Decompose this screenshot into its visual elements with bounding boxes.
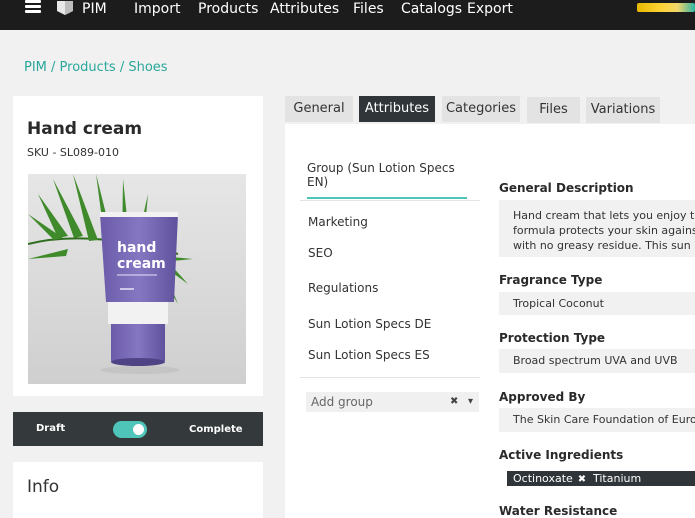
group-item-regulations[interactable]: Regulations — [308, 281, 378, 295]
nav-catalogs[interactable]: Catalogs — [401, 0, 462, 18]
complete-toggle[interactable] — [113, 421, 147, 438]
breadcrumb-shoes[interactable]: Shoes — [128, 60, 167, 75]
pim-logo-icon — [55, 0, 75, 15]
tab-general[interactable]: General — [285, 96, 353, 122]
product-title: Hand cream — [27, 119, 143, 139]
user-banner[interactable] — [637, 3, 695, 12]
approved-by-label: Approved By — [499, 390, 586, 404]
description-line: formula protects your skin against th — [513, 224, 695, 237]
group-item-marketing[interactable]: Marketing — [308, 215, 368, 229]
tab-files[interactable]: Files — [527, 97, 580, 123]
fragrance-type-label: Fragrance Type — [499, 273, 603, 287]
group-item-sun-lotion-specs-de[interactable]: Sun Lotion Specs DE — [308, 317, 431, 331]
complete-label: Complete — [189, 424, 243, 435]
ingredient-tag-label: Octinoxate — [513, 472, 573, 485]
brand-label[interactable]: PIM — [82, 0, 107, 18]
top-navigation-bar: PIM Import Products Attributes Files Cat… — [0, 0, 695, 30]
draft-label: Draft — [36, 423, 66, 434]
group-item-sun-lotion-specs-es[interactable]: Sun Lotion Specs ES — [308, 348, 430, 362]
info-title: Info — [27, 477, 60, 497]
breadcrumb: PIM / Products / Shoes — [24, 60, 168, 75]
nav-files[interactable]: Files — [353, 0, 384, 18]
ingredient-tag-label: Titanium Dioxide — [593, 472, 642, 500]
description-line: with no greasy residue. This sun lotio — [513, 239, 695, 252]
info-card: Info — [13, 462, 263, 518]
breadcrumb-pim[interactable]: PIM — [24, 60, 47, 75]
general-description-label: General Description — [499, 181, 634, 195]
description-line: Hand cream that lets you enjoy the be — [513, 209, 695, 222]
breadcrumb-products[interactable]: Products — [60, 60, 116, 75]
active-ingredients-label: Active Ingredients — [499, 448, 624, 462]
general-description-field[interactable]: Hand cream that lets you enjoy the be fo… — [499, 200, 695, 257]
remove-tag-icon[interactable]: ✖ — [639, 489, 647, 500]
tube-label-line1: hand — [117, 240, 156, 256]
add-group-select[interactable]: Add group ✖ ▾ — [306, 392, 479, 412]
toggle-knob — [133, 424, 144, 435]
nav-products[interactable]: Products — [198, 0, 258, 18]
menu-icon[interactable] — [25, 0, 41, 14]
tab-categories[interactable]: Categories — [442, 96, 520, 122]
status-switch-bar: Draft Complete — [13, 412, 263, 446]
tube-label-line2: cream — [117, 256, 166, 272]
product-card: Hand cream SKU - SL089-010 hand cream — [13, 96, 263, 396]
tab-variations[interactable]: Variations — [586, 97, 660, 123]
clear-icon[interactable]: ✖ — [450, 396, 458, 407]
fragrance-type-field[interactable]: Tropical Coconut — [499, 292, 695, 315]
chevron-down-icon[interactable]: ▾ — [468, 396, 473, 407]
group-divider — [300, 377, 480, 378]
product-image[interactable]: hand cream — [28, 174, 246, 384]
remove-tag-icon[interactable]: ✖ — [578, 474, 586, 485]
protection-type-label: Protection Type — [499, 331, 606, 345]
water-resistance-label: Water Resistance — [499, 504, 618, 518]
group-divider — [300, 200, 480, 201]
group-item-seo[interactable]: SEO — [308, 246, 333, 260]
nav-export[interactable]: Export — [467, 0, 513, 18]
add-group-placeholder: Add group — [311, 395, 373, 409]
ingredient-tag[interactable]: Titanium Dioxide ✖ — [587, 471, 695, 500]
protection-type-field[interactable]: Broad spectrum UVA and UVB — [499, 349, 695, 373]
product-sku: SKU - SL089-010 — [27, 146, 119, 159]
group-item-sun-lotion-specs-en[interactable]: Group (Sun Lotion Specs EN) — [307, 161, 467, 199]
nav-import[interactable]: Import — [134, 0, 180, 18]
ingredient-tag[interactable]: Octinoxate ✖ — [507, 471, 593, 486]
tab-attributes[interactable]: Attributes — [359, 96, 435, 122]
attributes-panel: Group (Sun Lotion Specs EN) Marketing SE… — [285, 124, 695, 518]
nav-attributes[interactable]: Attributes — [270, 0, 339, 18]
approved-by-field[interactable]: The Skin Care Foundation of Europe — [499, 408, 695, 432]
